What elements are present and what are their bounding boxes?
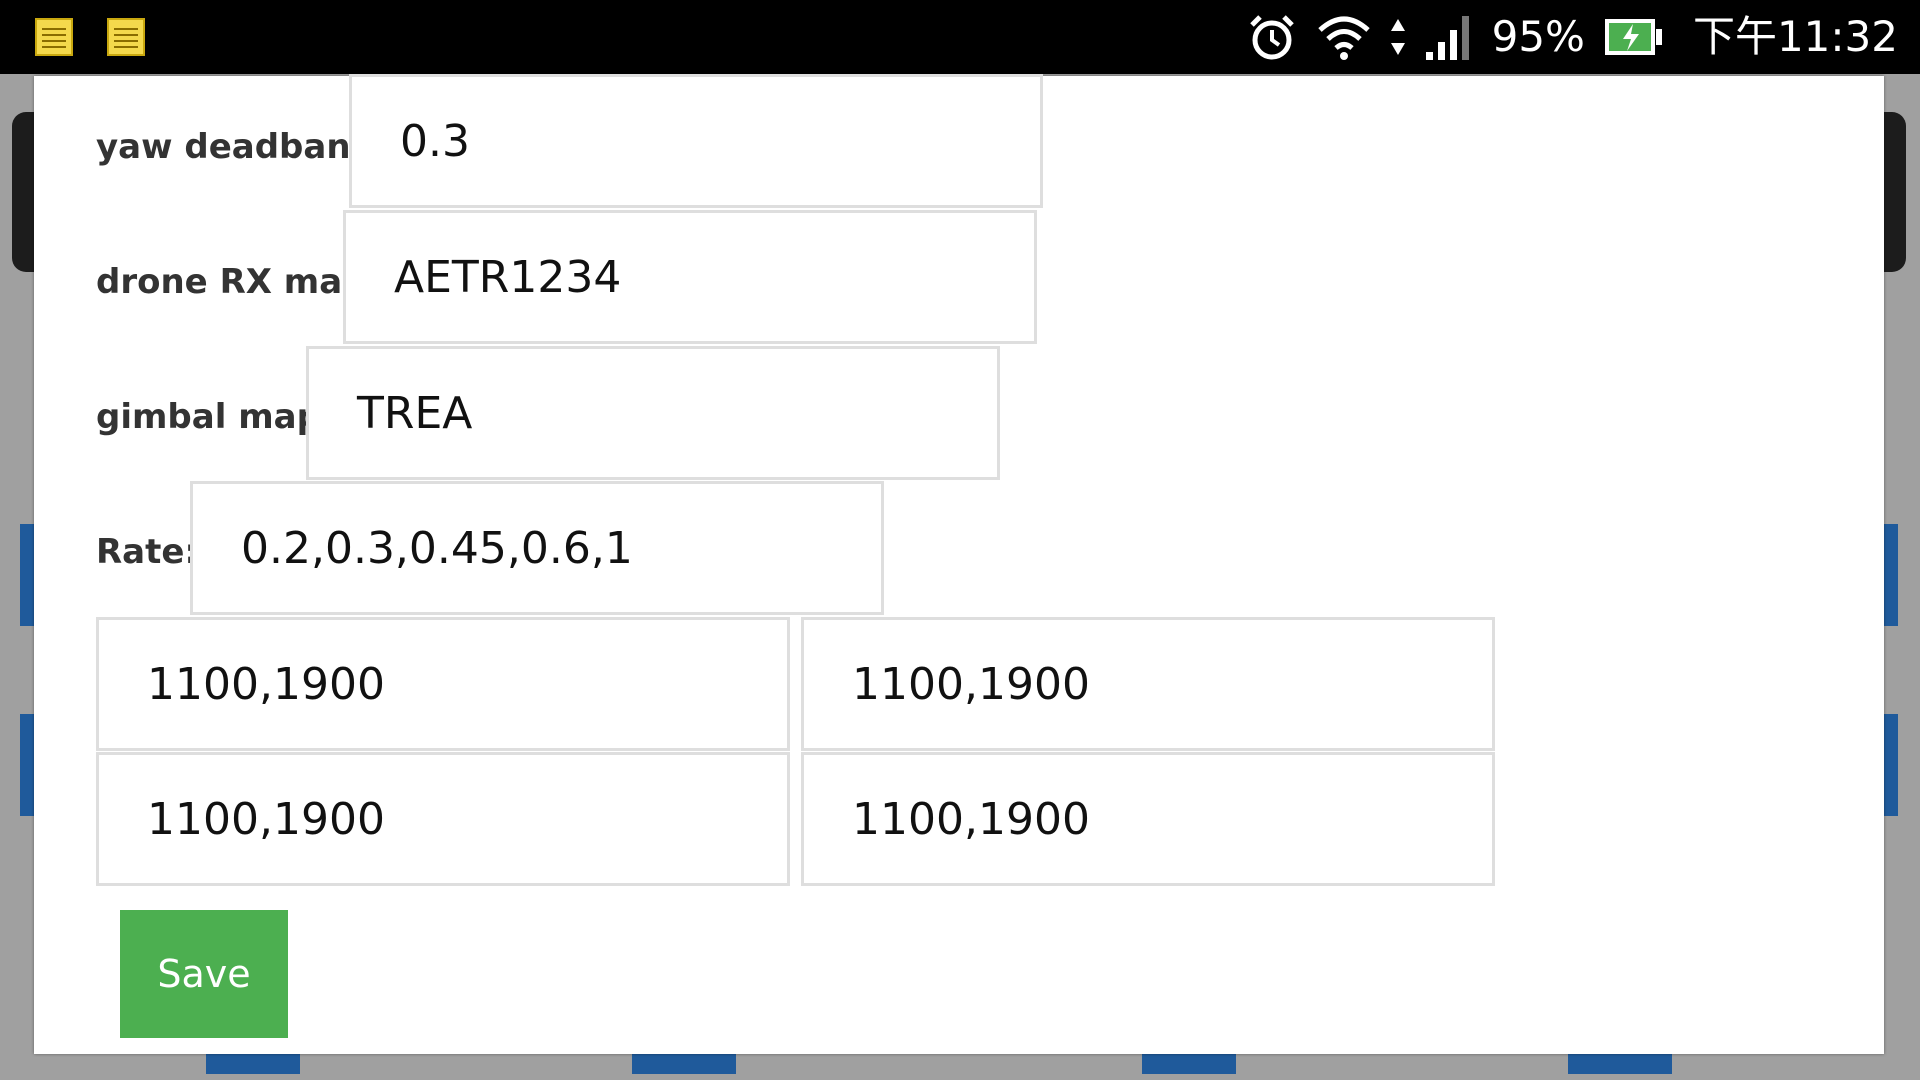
wifi-icon (1316, 12, 1372, 62)
range-input-3[interactable]: 1100,1900 (96, 752, 790, 886)
background-bar (1882, 714, 1898, 816)
data-arrows-icon (1390, 17, 1406, 57)
rate-input[interactable]: 0.2,0.3,0.45,0.6,1 (190, 481, 884, 615)
notes-icon (107, 18, 145, 56)
battery-charging-icon (1603, 17, 1663, 57)
notes-icon (35, 18, 73, 56)
status-tray: 95% 下午11:32 (1246, 0, 1898, 74)
range-input-2[interactable]: 1100,1900 (801, 617, 1495, 751)
battery-percent: 95% (1491, 12, 1585, 61)
background-bar (206, 1054, 300, 1074)
range-input-4[interactable]: 1100,1900 (801, 752, 1495, 886)
settings-dialog: yaw deadband: 0.3 drone RX map: AETR1234… (34, 74, 1884, 1054)
background-bar (1882, 524, 1898, 626)
range-input-1[interactable]: 1100,1900 (96, 617, 790, 751)
drone-rx-map-label: drone RX map: (96, 262, 381, 302)
clock: 下午11:32 (1692, 12, 1898, 61)
signal-icon (1424, 14, 1474, 60)
background-bar (1568, 1054, 1672, 1074)
yaw-deadband-label: yaw deadband: (96, 127, 389, 167)
gimbal-map-input[interactable]: TREA (306, 346, 1000, 480)
alarm-icon (1246, 11, 1298, 63)
rate-label: Rate: (96, 532, 199, 572)
background-bar (632, 1054, 736, 1074)
gimbal-map-label: gimbal map: (96, 397, 335, 437)
status-bar: 95% 下午11:32 (0, 0, 1920, 74)
save-button[interactable]: Save (120, 910, 288, 1038)
background-bar (1142, 1054, 1236, 1074)
yaw-deadband-input[interactable]: 0.3 (349, 74, 1043, 208)
drone-rx-map-input[interactable]: AETR1234 (343, 210, 1037, 344)
